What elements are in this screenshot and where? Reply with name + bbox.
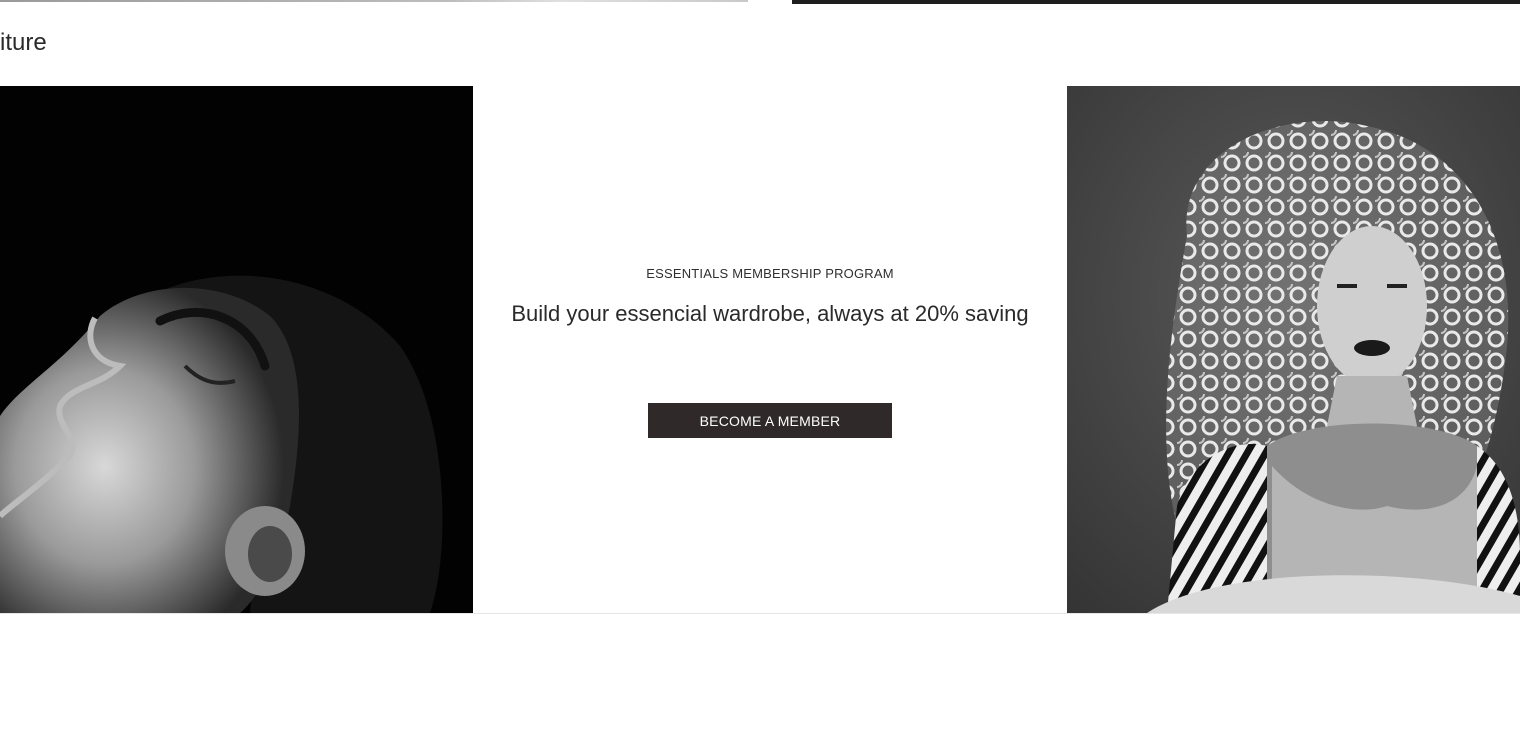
promo-eyebrow: ESSENTIALS MEMBERSHIP PROGRAM [646, 266, 894, 281]
membership-promo: ESSENTIALS MEMBERSHIP PROGRAM Build your… [473, 86, 1067, 613]
promo-title: Build your essencial wardrobe, always at… [511, 301, 1029, 326]
become-member-button[interactable]: BECOME A MEMBER [648, 403, 892, 438]
page: iture ESSENTIALS MEMBERSHIP PROGRAM Buil… [0, 0, 1520, 730]
previous-section-image-left [0, 0, 748, 2]
woman-profile-photo [0, 86, 473, 613]
membership-banner: ESSENTIALS MEMBERSHIP PROGRAM Build your… [0, 86, 1520, 613]
previous-section-image-right [792, 0, 1520, 4]
curly-hair-model-photo [1067, 86, 1520, 613]
section-heading: iture [0, 29, 47, 56]
section-divider [0, 613, 1520, 614]
